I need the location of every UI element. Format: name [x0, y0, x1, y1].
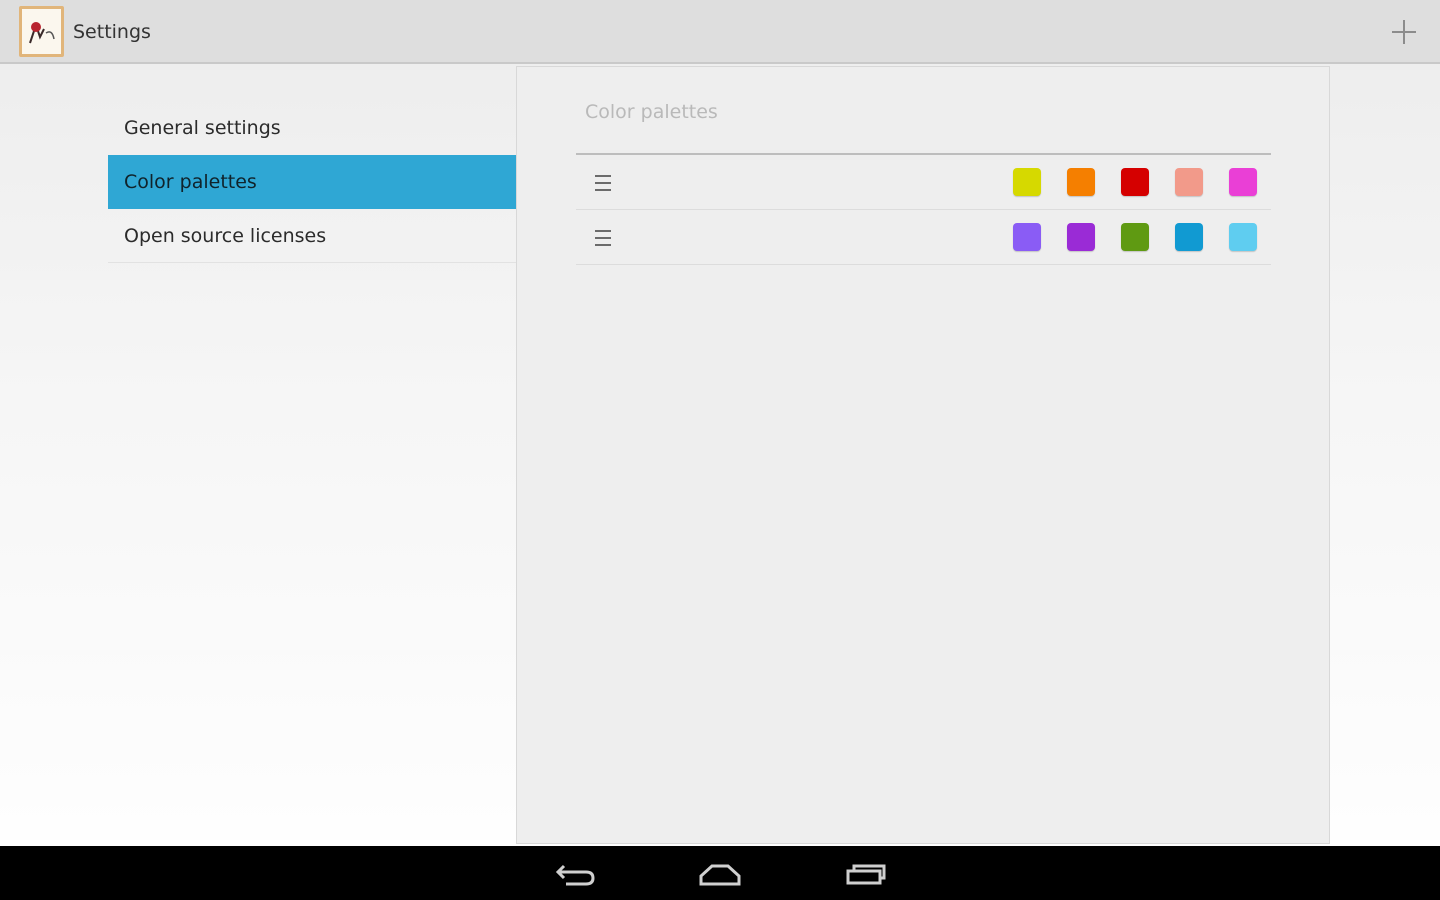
color-swatch[interactable]	[1229, 223, 1257, 251]
palette-list	[576, 155, 1271, 265]
drag-handle-icon[interactable]	[592, 227, 614, 249]
color-swatch[interactable]	[1013, 168, 1041, 196]
color-swatch[interactable]	[1067, 223, 1095, 251]
content-panel: Color palettes	[516, 66, 1330, 844]
color-swatch[interactable]	[1121, 168, 1149, 196]
color-swatch[interactable]	[1121, 223, 1149, 251]
page-title: Settings	[73, 21, 151, 43]
color-swatch[interactable]	[1013, 223, 1041, 251]
back-button[interactable]	[546, 854, 606, 892]
palette-row[interactable]	[576, 210, 1271, 265]
plus-icon	[1392, 20, 1416, 44]
add-palette-button[interactable]	[1382, 10, 1426, 54]
color-swatch[interactable]	[1175, 168, 1203, 196]
action-bar: Settings	[0, 0, 1440, 64]
color-swatch[interactable]	[1175, 223, 1203, 251]
recent-apps-icon	[846, 864, 886, 885]
app-logo-icon[interactable]	[19, 6, 64, 57]
home-icon	[699, 864, 741, 886]
color-swatch[interactable]	[1229, 168, 1257, 196]
recent-apps-button[interactable]	[836, 854, 896, 892]
panel-header: Color palettes	[585, 101, 718, 123]
system-navigation-bar	[0, 846, 1440, 900]
settings-nav: General settings Color palettes Open sou…	[108, 100, 517, 263]
color-swatch[interactable]	[1067, 168, 1095, 196]
nav-item-general-settings[interactable]: General settings	[108, 100, 517, 155]
palette-row[interactable]	[576, 155, 1271, 210]
nav-item-color-palettes[interactable]: Color palettes	[108, 155, 517, 209]
drag-handle-icon[interactable]	[592, 172, 614, 194]
nav-item-open-source-licenses[interactable]: Open source licenses	[108, 209, 517, 263]
home-button[interactable]	[690, 854, 750, 892]
back-icon	[555, 864, 595, 886]
